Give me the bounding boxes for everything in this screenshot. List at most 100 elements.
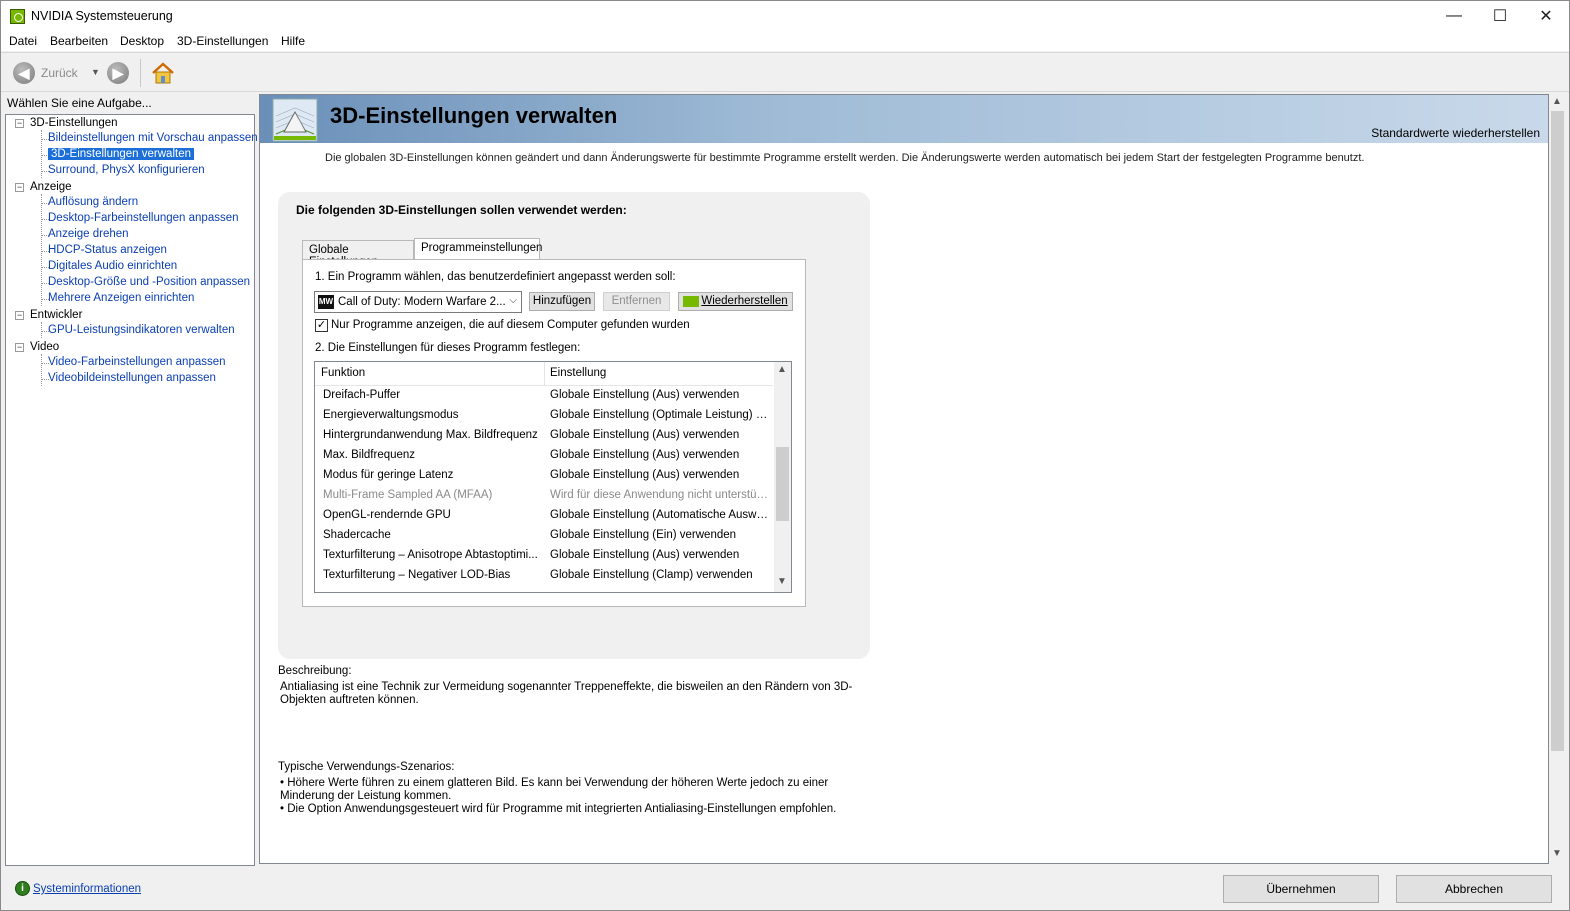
tree-item-video-farbe[interactable]: Video-Farbeinstellungen anpassen bbox=[48, 356, 226, 368]
setting-cell[interactable]: Globale Einstellung (Automatische Auswah… bbox=[550, 509, 768, 521]
table-scroll-thumb[interactable] bbox=[776, 447, 789, 521]
table-row[interactable]: Max. Bildfrequenz Globale Einstellung (Au… bbox=[315, 446, 773, 466]
program-select-value: Call of Duty: Modern Warfare 2... bbox=[338, 296, 506, 308]
settings-group: Die folgenden 3D-Einstellungen sollen ve… bbox=[278, 192, 870, 659]
tab-globale-einstellungen[interactable]: Globale Einstellungen bbox=[302, 240, 414, 268]
tree-item-bildeinstellungen[interactable]: Bildeinstellungen mit Vorschau anpassen bbox=[48, 132, 258, 144]
tree-item-desktop-farbe[interactable]: Desktop-Farbeinstellungen anpassen bbox=[48, 212, 239, 224]
collapse-toggle-icon[interactable]: − bbox=[15, 119, 24, 128]
tree-connector bbox=[41, 322, 42, 338]
collapse-toggle-icon[interactable]: − bbox=[15, 311, 24, 320]
setting-cell[interactable]: Globale Einstellung (Aus) verwenden bbox=[550, 549, 768, 561]
setting-cell[interactable]: Wird für diese Anwendung nicht unterstüt… bbox=[550, 489, 768, 501]
toolbar: ◀ Zurück ▼ ▶ bbox=[1, 52, 1569, 92]
tree-item-audio[interactable]: Digitales Audio einrichten bbox=[48, 260, 177, 272]
minimize-button[interactable]: — bbox=[1431, 1, 1477, 31]
history-dropdown-icon[interactable]: ▼ bbox=[91, 67, 100, 77]
tree-connector bbox=[41, 194, 42, 306]
add-program-button[interactable]: Hinzufügen bbox=[529, 292, 595, 311]
nvidia-control-panel-window: NVIDIA Systemsteuerung — ☐ ✕ Datei Bearb… bbox=[0, 0, 1570, 911]
show-found-programs-checkbox[interactable]: ✓ bbox=[315, 319, 328, 332]
table-row[interactable]: Multi-Frame Sampled AA (MFAA) Wird für di… bbox=[315, 486, 773, 506]
show-found-programs-label[interactable]: Nur Programme anzeigen, die auf diesem C… bbox=[331, 319, 690, 331]
game-logo-icon: MW bbox=[318, 295, 334, 309]
maximize-button[interactable]: ☐ bbox=[1477, 1, 1523, 31]
arrow-right-icon[interactable]: ▶ bbox=[107, 62, 129, 84]
tab-programmeinstellungen[interactable]: Programmeinstellungen bbox=[414, 238, 542, 260]
column-header-setting[interactable]: Einstellung bbox=[550, 367, 606, 379]
toolbar-separator bbox=[140, 59, 141, 87]
tree-item-aufloesung[interactable]: Auflösung ändern bbox=[48, 196, 138, 208]
column-separator[interactable] bbox=[544, 362, 545, 386]
tree-item-surround-physx[interactable]: Surround, PhysX konfigurieren bbox=[48, 164, 205, 176]
table-row[interactable]: Texturfilterung – Negativer LOD-Bias Glob… bbox=[315, 566, 773, 586]
setting-cell[interactable]: Globale Einstellung (Aus) verwenden bbox=[550, 429, 768, 441]
content-scroll-thumb[interactable] bbox=[1551, 111, 1564, 751]
system-information-link[interactable]: Systeminformationen bbox=[33, 883, 141, 895]
remove-program-button[interactable]: Entfernen bbox=[603, 292, 670, 311]
menu-bearbeiten[interactable]: Bearbeiten bbox=[50, 34, 108, 48]
chevron-down-icon: ⌵ bbox=[509, 295, 517, 306]
tree-group-anzeige[interactable]: Anzeige bbox=[30, 181, 72, 193]
setting-cell[interactable]: Globale Einstellung (Ein) verwenden bbox=[550, 529, 768, 541]
nvidia-app-icon bbox=[10, 9, 25, 24]
setting-cell[interactable]: Globale Einstellung (Optimale Leistung) … bbox=[550, 409, 768, 421]
3d-settings-icon bbox=[272, 98, 318, 142]
collapse-toggle-icon[interactable]: − bbox=[15, 343, 24, 352]
collapse-toggle-icon[interactable]: − bbox=[15, 183, 24, 192]
info-icon: i bbox=[15, 881, 30, 896]
back-label[interactable]: Zurück bbox=[41, 66, 78, 80]
scroll-up-icon[interactable]: ▲ bbox=[777, 364, 787, 375]
restore-defaults-link[interactable]: Standardwerte wiederherstellen bbox=[1371, 126, 1540, 140]
content-scrollbar[interactable]: ▲ ▼ bbox=[1549, 94, 1566, 864]
arrow-left-icon[interactable]: ◀ bbox=[13, 62, 35, 84]
table-row[interactable]: Dreifach-Puffer Globale Einstellung (Aus)… bbox=[315, 386, 773, 406]
menu-desktop[interactable]: Desktop bbox=[120, 34, 164, 48]
scroll-down-icon[interactable]: ▼ bbox=[777, 576, 787, 587]
page-banner: 3D-Einstellungen verwalten Standardwerte… bbox=[260, 95, 1548, 143]
apply-button[interactable]: Übernehmen bbox=[1223, 875, 1379, 903]
tree-item-mehrere-anzeigen[interactable]: Mehrere Anzeigen einrichten bbox=[48, 292, 194, 304]
menu-hilfe[interactable]: Hilfe bbox=[281, 34, 305, 48]
function-cell: Modus für geringe Latenz bbox=[323, 469, 454, 481]
table-row[interactable]: Shadercache Globale Einstellung (Ein) ver… bbox=[315, 526, 773, 546]
table-scrollbar[interactable]: ▲ ▼ bbox=[774, 362, 791, 592]
tree-group-3d[interactable]: 3D-Einstellungen bbox=[30, 117, 118, 129]
column-header-function[interactable]: Funktion bbox=[321, 367, 365, 379]
tree-item-3d-verwalten[interactable]: 3D-Einstellungen verwalten bbox=[48, 148, 194, 160]
setting-cell[interactable]: Globale Einstellung (Aus) verwenden bbox=[550, 469, 768, 481]
scroll-down-icon[interactable]: ▼ bbox=[1552, 848, 1562, 859]
restore-program-button[interactable]: Wiederherstellen bbox=[678, 292, 793, 311]
tree-item-hdcp[interactable]: HDCP-Status anzeigen bbox=[48, 244, 167, 256]
menu-datei[interactable]: Datei bbox=[9, 34, 37, 48]
tree-item-anzeige-drehen[interactable]: Anzeige drehen bbox=[48, 228, 129, 240]
intro-text: Die globalen 3D-Einstellungen können geä… bbox=[325, 152, 1365, 164]
setting-cell[interactable]: Globale Einstellung (Aus) verwenden bbox=[550, 449, 768, 461]
tree-item-videobild[interactable]: Videobildeinstellungen anpassen bbox=[48, 372, 216, 384]
close-button[interactable]: ✕ bbox=[1523, 1, 1569, 31]
tree-item-desktop-groesse[interactable]: Desktop-Größe und -Position anpassen bbox=[48, 276, 250, 288]
tree-item-gpu-leistung[interactable]: GPU-Leistungsindikatoren verwalten bbox=[48, 324, 235, 336]
setting-cell[interactable]: Globale Einstellung (Clamp) verwenden bbox=[550, 569, 768, 581]
main-content: 3D-Einstellungen verwalten Standardwerte… bbox=[259, 94, 1549, 864]
table-row[interactable]: Hintergrundanwendung Max. Bildfrequenz Gl… bbox=[315, 426, 773, 446]
scroll-up-icon[interactable]: ▲ bbox=[1552, 96, 1562, 107]
task-panel-header: Wählen Sie eine Aufgabe... bbox=[7, 96, 152, 110]
menu-3d-einstellungen[interactable]: 3D-Einstellungen bbox=[177, 34, 268, 48]
tree-group-video[interactable]: Video bbox=[30, 341, 59, 353]
table-row[interactable]: Modus für geringe Latenz Globale Einstell… bbox=[315, 466, 773, 486]
table-row[interactable]: Texturfilterung – Anisotrope Abtastoptim… bbox=[315, 546, 773, 566]
cancel-button[interactable]: Abbrechen bbox=[1396, 875, 1552, 903]
table-row[interactable]: Energieverwaltungsmodus Globale Einstellu… bbox=[315, 406, 773, 426]
window-title: NVIDIA Systemsteuerung bbox=[31, 9, 173, 23]
settings-table: Funktion Einstellung Dreifach-Puffer Glob… bbox=[314, 361, 792, 593]
restore-program-label: Wiederherstellen bbox=[701, 295, 788, 307]
function-cell: Texturfilterung – Anisotrope Abtastoptim… bbox=[323, 549, 538, 561]
setting-cell[interactable]: Globale Einstellung (Aus) verwenden bbox=[550, 389, 768, 401]
home-icon[interactable] bbox=[151, 61, 175, 85]
description-label: Beschreibung: bbox=[278, 665, 352, 677]
table-row[interactable]: OpenGL-rendernde GPU Globale Einstellung … bbox=[315, 506, 773, 526]
function-cell: Shadercache bbox=[323, 529, 391, 541]
program-select[interactable]: MW Call of Duty: Modern Warfare 2... ⌵ bbox=[314, 291, 522, 313]
tree-group-entwickler[interactable]: Entwickler bbox=[30, 309, 82, 321]
